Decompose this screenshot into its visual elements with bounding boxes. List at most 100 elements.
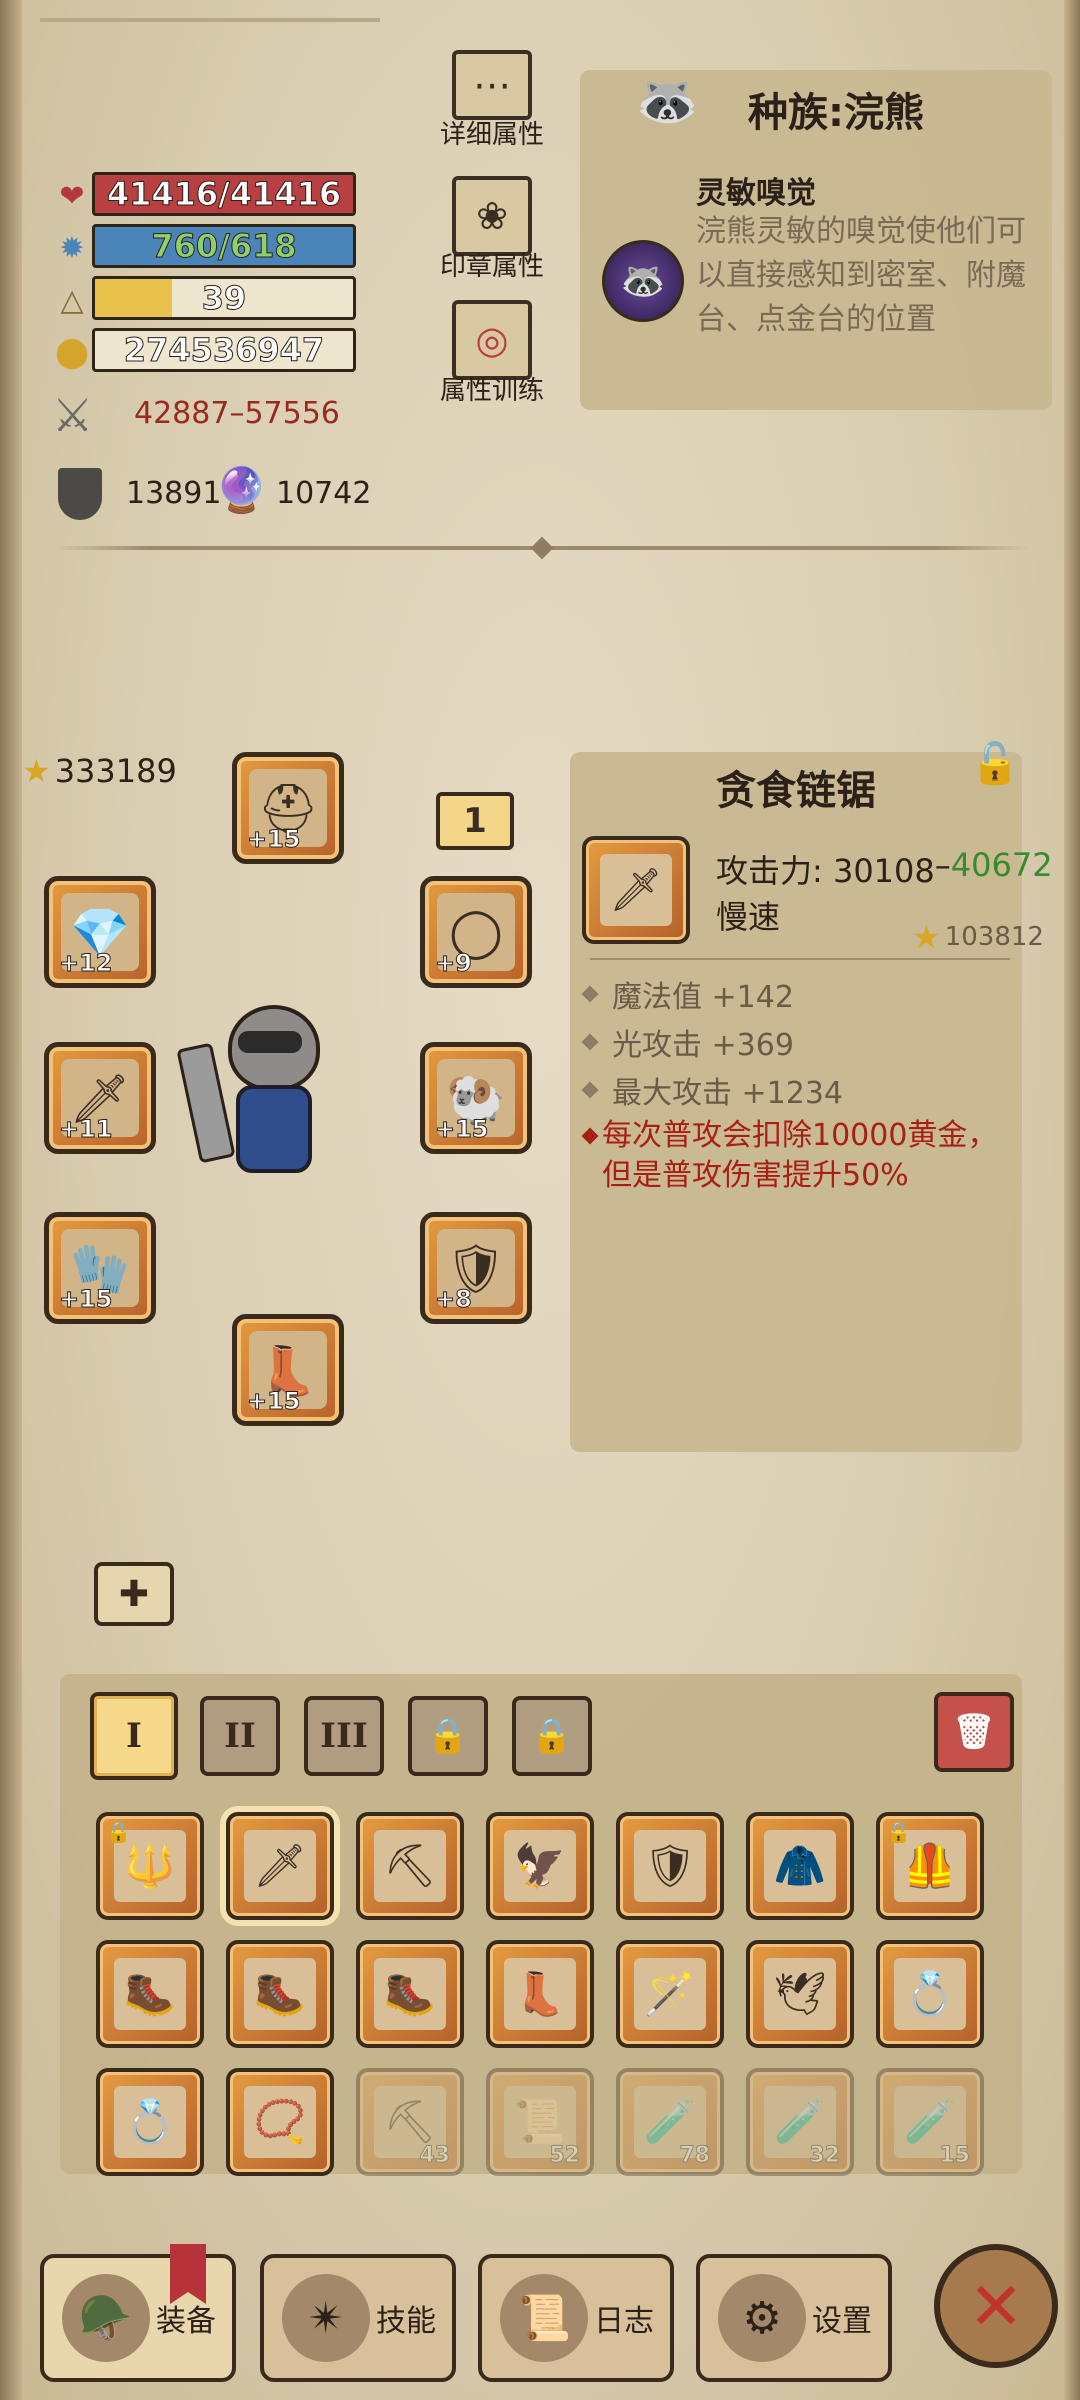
slot-weapon[interactable]: 🗡 +11 (44, 1042, 156, 1154)
triangle-icon: △ (60, 282, 84, 318)
inventory-slot[interactable]: 🧥 (746, 1812, 854, 1920)
item-count: 78 (679, 2143, 711, 2169)
inventory-slot[interactable]: 🪄 (616, 1940, 724, 2048)
item-prop: 最大攻击 +1234 (581, 1068, 843, 1112)
inventory-slot[interactable]: ⛏ 43 (356, 2068, 464, 2176)
inventory-slot[interactable]: ⛏ (356, 1812, 464, 1920)
inventory-slot[interactable]: 🔱 🔒 (96, 1812, 204, 1920)
gear-mana-icon: ✹ (59, 230, 85, 266)
item-icon: 🛡 (634, 1830, 706, 1902)
inventory-slot[interactable]: 📜 52 (486, 2068, 594, 2176)
inventory-slot[interactable]: 🥾 (96, 1940, 204, 2048)
nav-settings[interactable]: ⚙ 设置 (696, 2254, 892, 2382)
item-icon: 🥾 (374, 1958, 446, 2030)
inventory-slot[interactable]: 💍 (876, 1940, 984, 2048)
slot-head[interactable]: ⛑ +15 (232, 752, 344, 864)
star-total: 333189 (54, 752, 177, 790)
attack-sep: – (229, 396, 245, 431)
slot-amulet[interactable]: 💎 +12 (44, 876, 156, 988)
item-icon: 📿 (244, 2086, 316, 2158)
slot-ring[interactable]: ◯ +9 (420, 876, 532, 988)
star-icon: ★ (22, 752, 51, 790)
race-skill-desc: 浣熊灵敏的嗅觉使他们可以直接感知到密室、附魔台、点金台的位置 (696, 214, 1026, 337)
nav-equipment[interactable]: 🪖 装备 (40, 2254, 236, 2382)
nav-skills[interactable]: ✴ 技能 (260, 2254, 456, 2382)
trash-button[interactable]: 🗑 (934, 1692, 1014, 1772)
tab-bag-1[interactable]: I (90, 1692, 178, 1780)
inventory-slot[interactable]: 🦅 (486, 1812, 594, 1920)
attribute-training-button[interactable]: ◎ (452, 300, 532, 380)
inventory-slot[interactable]: 🧪 32 (746, 2068, 854, 2176)
inventory-slot[interactable]: 📿 (226, 2068, 334, 2176)
item-icon: 🕊 (764, 1958, 836, 2030)
crossed-swords-icon: ⚔ (52, 388, 94, 442)
gold-coins-icon: ⬤ (55, 334, 89, 370)
detail-attributes-button[interactable]: ⋯ (452, 50, 532, 120)
item-count: 32 (809, 2143, 841, 2169)
item-icon: 🥾 (114, 1958, 186, 2030)
magic-value: 10742 (276, 476, 372, 511)
item-icon: ⛏ (374, 1830, 446, 1902)
left-frame (0, 0, 22, 2400)
mp-bar: 760/618 (92, 224, 356, 268)
nav-log[interactable]: 📜 日志 (478, 2254, 674, 2382)
inventory-slot[interactable]: 🧪 15 (876, 2068, 984, 2176)
tab-bag-locked[interactable]: 🔒 (512, 1696, 592, 1776)
inventory-slot[interactable]: 🥾 (226, 1940, 334, 2048)
slot-level: +12 (59, 949, 114, 978)
star-icon: ★ (912, 918, 941, 956)
equipment-stars: ★ 333189 (22, 752, 177, 790)
inventory-slot[interactable]: 💍 (96, 2068, 204, 2176)
close-icon: ✕ (968, 2267, 1024, 2345)
tab-bag-3[interactable]: III (304, 1696, 384, 1776)
slot-level: +9 (435, 949, 473, 978)
raccoon-face-icon: 🦝 (636, 72, 699, 130)
inventory-slot[interactable]: 🧪 78 (616, 2068, 724, 2176)
inventory-slot[interactable]: 🛡 (616, 1812, 724, 1920)
close-button[interactable]: ✕ (934, 2244, 1058, 2368)
item-attack: 攻击力: 30108 – 40672 (716, 846, 1053, 892)
equipment-set-badge[interactable]: 1 (436, 792, 514, 850)
top-line (40, 18, 380, 22)
level-bar: 39 (92, 276, 356, 320)
slot-level: +15 (247, 1387, 302, 1416)
level-text: 39 (201, 279, 247, 317)
magic-wand-icon: 🔮 (214, 465, 269, 516)
inventory-slot[interactable]: 👢 (486, 1940, 594, 2048)
item-icon: 🪄 (634, 1958, 706, 2030)
nav-settings-label: 设置 (812, 2304, 872, 2339)
inventory-slot[interactable]: 🗡 (226, 1812, 334, 1920)
flower-icon: ❀ (476, 194, 508, 238)
tab-bag-2[interactable]: II (200, 1696, 280, 1776)
slot-boots[interactable]: 👢 +15 (232, 1314, 344, 1426)
item-star-value: 103812 (944, 922, 1044, 952)
inventory-slot[interactable]: 🕊 (746, 1940, 854, 2048)
shield-icon (58, 468, 102, 520)
inventory-slot[interactable]: 🥾 (356, 1940, 464, 2048)
expand-plus-button[interactable]: ✚ (94, 1562, 174, 1626)
item-prop: 光攻击 +369 (581, 1020, 794, 1064)
slot-level: +15 (247, 825, 302, 854)
slot-shoulder[interactable]: 🐏 +15 (420, 1042, 532, 1154)
tab-bag-locked[interactable]: 🔒 (408, 1696, 488, 1776)
equipment-icon: 🪖 (62, 2274, 150, 2362)
nav-log-label: 日志 (594, 2304, 654, 2339)
heart-icon: ❤ (59, 178, 85, 214)
gold-bar: 274536947 (92, 328, 356, 372)
gear-icon: ⚙ (718, 2274, 806, 2362)
attack-max: 57556 (244, 396, 340, 431)
unlock-icon[interactable]: 🔓 (970, 740, 1024, 794)
item-special-text: 每次普攻会扣除10000黄金，但是普攻伤害提升50% (602, 1118, 998, 1193)
item-icon: 💍 (114, 2086, 186, 2158)
race-title: 种族:浣熊 (748, 90, 924, 136)
inventory-slot[interactable]: 🦺 🔒 (876, 1812, 984, 1920)
divider-ornament (530, 536, 554, 560)
item-stars: ★ 103812 (912, 918, 1044, 956)
nav-equipment-label: 装备 (156, 2304, 216, 2339)
slot-gloves[interactable]: 🧤 +15 (44, 1212, 156, 1324)
slot-level: +11 (59, 1115, 114, 1144)
slot-armor[interactable]: 🛡 +8 (420, 1212, 532, 1324)
seal-attributes-button[interactable]: ❀ (452, 176, 532, 256)
chainsaw-icon: 🗡 (600, 854, 672, 926)
item-speed: 慢速 (716, 898, 781, 936)
